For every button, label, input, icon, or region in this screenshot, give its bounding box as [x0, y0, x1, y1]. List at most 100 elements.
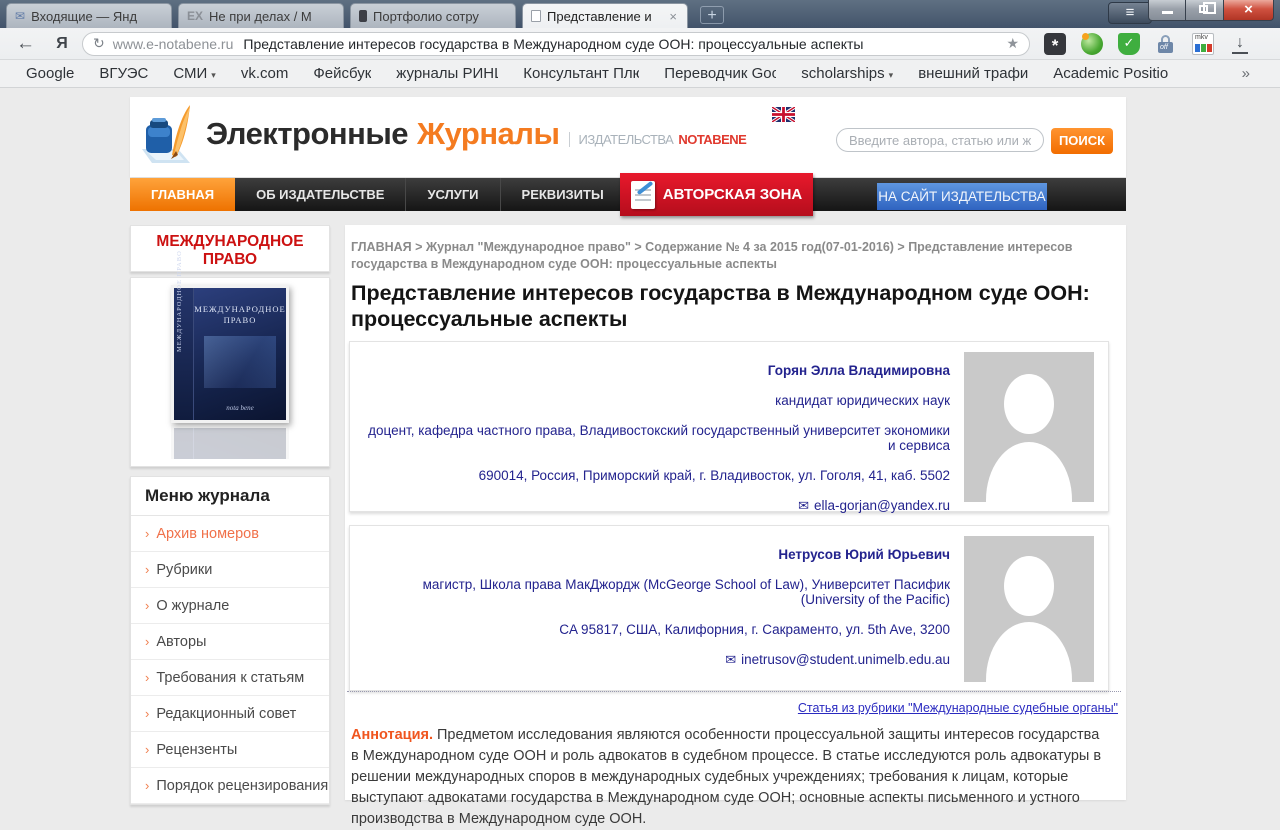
- journal-cover-box[interactable]: МЕЖДУНАРОДНОЕ ПРАВО МЕЖДУНАРОДНОЕ ПРАВО …: [130, 277, 330, 467]
- author-address: CA 95817, США, Калифорния, г. Сакраменто…: [360, 622, 950, 637]
- address-toolbar: ← Я ↻ www.e-notabene.ru Представление ин…: [0, 28, 1280, 60]
- close-button[interactable]: ×: [1224, 0, 1274, 21]
- to-publisher-site-button[interactable]: НА САЙТ ИЗДАТЕЛЬСТВА: [877, 183, 1047, 210]
- author-zone-label: АВТОРСКАЯ ЗОНА: [663, 186, 802, 203]
- author-email[interactable]: ✉ella-gorjan@yandex.ru: [360, 498, 950, 514]
- address-bar[interactable]: ↻ www.e-notabene.ru Представление интере…: [82, 32, 1030, 56]
- avatar: [964, 352, 1094, 502]
- window-controls: ×: [1148, 0, 1274, 21]
- book-reflection: [171, 425, 289, 459]
- nav-services[interactable]: УСЛУГИ: [406, 178, 500, 211]
- search-button[interactable]: ПОИСК: [1051, 128, 1113, 154]
- bookmark-academic[interactable]: Academic Positio: [1053, 65, 1168, 82]
- tab-article-active[interactable]: Представление и ×: [522, 3, 688, 28]
- video-downloader-icon[interactable]: mkv: [1192, 33, 1214, 55]
- journal-menu: Меню журнала ›Архив номеров ›Рубрики ›О …: [130, 476, 330, 805]
- journal-cover-image: МЕЖДУНАРОДНОЕ ПРАВО МЕЖДУНАРОДНОЕ ПРАВО …: [171, 285, 289, 423]
- sidebar-item-review-order[interactable]: ›Порядок рецензирования: [131, 768, 329, 804]
- arrow-icon: ›: [145, 670, 149, 685]
- bookmark-google[interactable]: Google: [26, 65, 74, 82]
- password-extension-icon[interactable]: *: [1044, 33, 1066, 55]
- author-name: Горян Элла Владимировна: [360, 363, 950, 378]
- nav-requisites[interactable]: РЕКВИЗИТЫ: [501, 178, 626, 211]
- url-host: www.e-notabene.ru: [113, 36, 234, 52]
- nav-about-publisher[interactable]: ОБ ИЗДАТЕЛЬСТВЕ: [235, 178, 406, 211]
- tab-ex[interactable]: EX Не при делах / М: [178, 3, 344, 28]
- logo-brand: NOTABENE: [678, 132, 746, 147]
- avatar: [964, 536, 1094, 682]
- envelope-icon: ✉: [725, 652, 736, 667]
- chevron-down-icon: ▾: [889, 70, 894, 80]
- page-title: Представление интересов государства в Ме…: [351, 280, 1111, 332]
- article-main: ГЛАВНАЯ > Журнал "Международное право" >…: [345, 225, 1126, 800]
- tab-title: Портфолио сотру: [373, 9, 507, 24]
- english-flag-icon[interactable]: [772, 107, 795, 127]
- annotation-label: Аннотация.: [351, 727, 433, 743]
- bookmark-star-icon[interactable]: ★: [1006, 35, 1019, 52]
- author-name: Нетрусов Юрий Юрьевич: [360, 547, 950, 562]
- back-button[interactable]: ←: [16, 33, 46, 55]
- author-affiliation: магистр, Школа права МакДжордж (McGeorge…: [360, 577, 950, 607]
- sidebar-item-about[interactable]: ›О журнале: [131, 588, 329, 624]
- author-email[interactable]: ✉inetrusov@student.unimelb.edu.au: [360, 652, 950, 668]
- book-cover-title: МЕЖДУНАРОДНОЕ ПРАВО: [194, 304, 286, 326]
- sidebar-item-reviewers[interactable]: ›Рецензенты: [131, 732, 329, 768]
- breadcrumb[interactable]: ГЛАВНАЯ > Журнал "Международное право" >…: [351, 239, 1117, 273]
- restore-button[interactable]: [1186, 0, 1224, 21]
- sidebar-item-rubrics[interactable]: ›Рубрики: [131, 552, 329, 588]
- bookmark-vk[interactable]: vk.com: [241, 65, 289, 82]
- mail-icon: ✉: [15, 10, 25, 22]
- annotation: Аннотация. Предметом исследования являют…: [351, 725, 1103, 830]
- logo-word-journals: Журналы: [417, 116, 559, 151]
- sidebar-item-authors[interactable]: ›Авторы: [131, 624, 329, 660]
- bookmark-smi-folder[interactable]: СМИ▾: [173, 65, 215, 82]
- bookmark-translator[interactable]: Переводчик Goo: [664, 65, 776, 82]
- yandex-browser-icon[interactable]: Я: [46, 35, 78, 53]
- sidebar-item-archive[interactable]: ›Архив номеров: [131, 516, 329, 552]
- arrow-icon: ›: [145, 526, 149, 541]
- browser-titlebar: ✉ Входящие — Янд EX Не при делах / М Пор…: [0, 0, 1280, 28]
- journal-menu-title: Меню журнала: [131, 477, 329, 516]
- tab-portfolio[interactable]: Портфолио сотру: [350, 3, 516, 28]
- bookmarks-bar: Google ВГУЭС СМИ▾ vk.com Фейсбук журналы…: [0, 60, 1280, 88]
- tab-inbox[interactable]: ✉ Входящие — Янд: [6, 3, 172, 28]
- download-icon[interactable]: ↓: [1232, 34, 1248, 54]
- bookmark-facebook[interactable]: Фейсбук: [313, 65, 371, 82]
- bookmark-scholarships-folder[interactable]: scholarships▾: [801, 65, 893, 82]
- author-card-2: Нетрусов Юрий Юрьевич магистр, Школа пра…: [349, 525, 1109, 691]
- bookmark-consultant[interactable]: Консультант Плю: [523, 65, 639, 82]
- author-zone-button[interactable]: АВТОРСКАЯ ЗОНА: [620, 173, 813, 216]
- lock-off-extension-icon[interactable]: off: [1155, 33, 1177, 55]
- envelope-icon: ✉: [798, 498, 809, 513]
- ex-icon: EX: [187, 10, 203, 22]
- bookmarks-overflow-icon[interactable]: »: [1242, 65, 1250, 82]
- lock-off-label: off: [1160, 44, 1168, 51]
- browser-menu-button[interactable]: ≡: [1108, 2, 1152, 24]
- arrow-icon: ›: [145, 598, 149, 613]
- minimize-button[interactable]: [1148, 0, 1186, 21]
- sidebar-item-editorial-board[interactable]: ›Редакционный совет: [131, 696, 329, 732]
- rubric-link[interactable]: Статья из рубрики "Международные судебны…: [798, 701, 1118, 715]
- new-tab-button[interactable]: +: [700, 6, 724, 24]
- journal-title-box: МЕЖДУНАРОДНОЕ ПРАВО: [130, 225, 330, 272]
- sidebar-item-requirements[interactable]: ›Требования к статьям: [131, 660, 329, 696]
- adguard-shield-icon[interactable]: ✓: [1118, 33, 1140, 55]
- bookmark-rinc-folder[interactable]: журналы РИНЦ▾: [396, 65, 498, 82]
- nav-home[interactable]: ГЛАВНАЯ: [130, 178, 235, 211]
- bookmark-traffic[interactable]: внешний трафик: [918, 65, 1028, 82]
- arrow-icon: ›: [145, 742, 149, 757]
- tab-title: Не при делах / М: [209, 9, 335, 24]
- dotted-separator: [347, 691, 1121, 692]
- site-header: ЭлектронныеЖурналыИЗДАТЕЛЬСТВАNOTABENE П…: [130, 97, 1126, 177]
- author-address: 690014, Россия, Приморский край, г. Влад…: [360, 468, 950, 483]
- reload-icon[interactable]: ↻: [93, 35, 105, 52]
- bookmark-vgues[interactable]: ВГУЭС: [99, 65, 148, 82]
- tab-close-icon[interactable]: ×: [667, 9, 679, 24]
- annotation-text: Предметом исследования являются особенно…: [351, 727, 1101, 827]
- site-logo[interactable]: ЭлектронныеЖурналыИЗДАТЕЛЬСТВАNOTABENE: [138, 103, 746, 165]
- logo-word-electronic: Электронные: [206, 116, 408, 151]
- green-extension-icon[interactable]: [1081, 33, 1103, 55]
- chevron-down-icon: ▾: [211, 70, 216, 80]
- search-input[interactable]: [836, 128, 1044, 152]
- arrow-icon: ›: [145, 634, 149, 649]
